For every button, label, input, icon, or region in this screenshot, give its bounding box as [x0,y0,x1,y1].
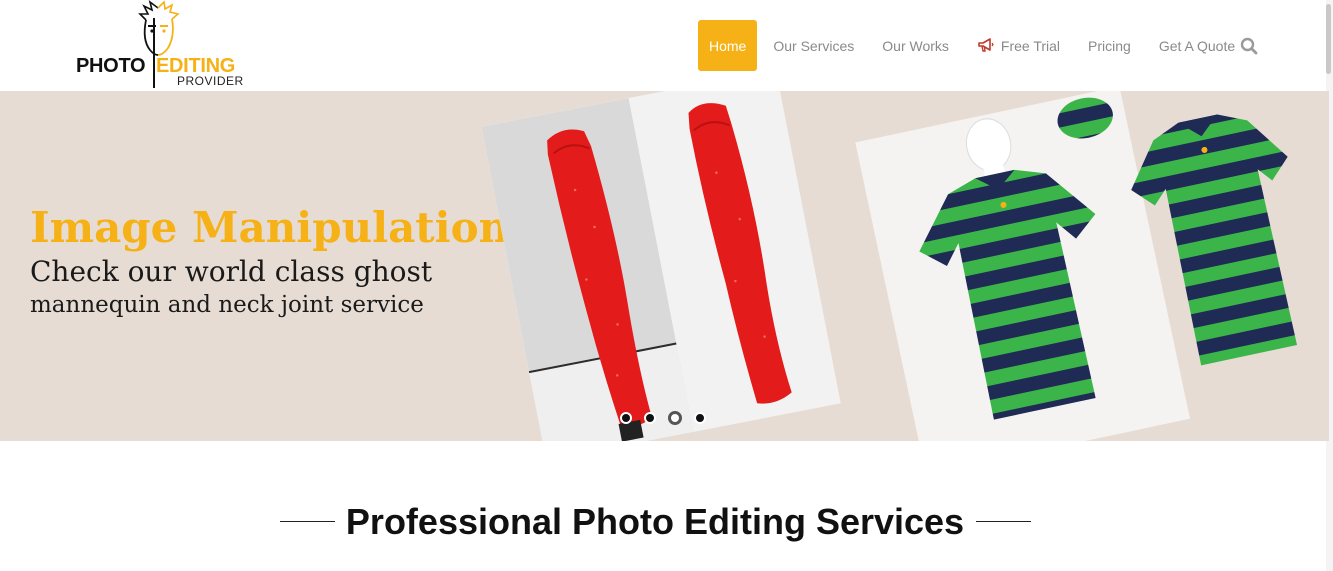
nav-item-label: Home [709,37,747,54]
heading-rule-right [976,521,1031,522]
slider-pagination [620,411,706,425]
logo-word-provider: PROVIDER [177,74,244,88]
polo-shirt-before-after-image [855,91,1329,441]
logo-word-photo: PHOTO [76,55,146,77]
hero-title: Image Manipulation [30,203,510,252]
logo-face-icon [138,0,180,56]
site-header: PHOTO EDITING PROVIDER Home Our Services… [0,0,1333,91]
scrollbar-thumb[interactable] [1326,4,1331,74]
polo-shirt-illustration [855,91,1329,441]
slider-dot-1[interactable] [620,412,632,424]
nav-item-label: Our Works [882,37,949,54]
nav-item-label: Our Services [773,37,855,54]
nav-item-home[interactable]: Home [698,20,758,71]
hero-subtitle-line1: Check our world class ghost [30,255,433,288]
megaphone-icon [978,38,994,52]
slider-dot-3[interactable] [668,411,682,425]
hero-subtitle-line2: mannequin and neck joint service [30,292,424,318]
section-title: Professional Photo Editing Services [345,501,965,542]
nav-item-label: Pricing [1088,37,1131,54]
nav-item-pricing[interactable]: Pricing [1075,20,1144,71]
logo-divider [153,18,155,88]
slider-dot-2[interactable] [644,412,656,424]
nav-item-get-a-quote[interactable]: Get A Quote [1146,20,1248,71]
main-nav: Home Our Services Our Works Free Trial P… [698,20,1250,71]
slider-dot-4[interactable] [694,412,706,424]
nav-item-label: Free Trial [1000,37,1061,54]
nav-item-our-works[interactable]: Our Works [869,20,962,71]
search-icon[interactable] [1240,37,1258,55]
dress-before-after-image [481,91,841,441]
dress-illustration [481,91,841,441]
nav-item-free-trial[interactable]: Free Trial [964,20,1073,71]
site-logo[interactable]: PHOTO EDITING PROVIDER [76,0,246,90]
nav-item-our-services[interactable]: Our Services [760,20,867,71]
nav-item-label: Get A Quote [1158,37,1236,54]
heading-rule-left [280,521,335,522]
hero-slider: Image Manipulation Check our world class… [0,91,1329,441]
